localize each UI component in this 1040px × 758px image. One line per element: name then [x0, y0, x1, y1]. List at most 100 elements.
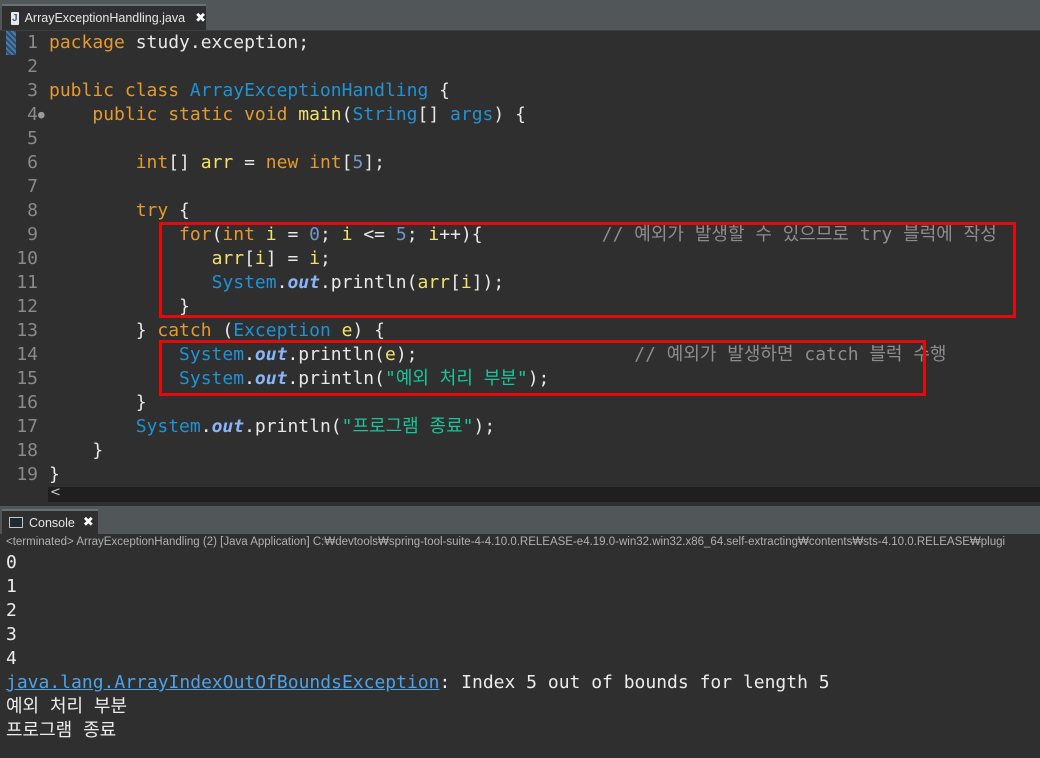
code-text: try { — [49, 199, 190, 223]
code-token: <= — [352, 224, 396, 245]
code-line[interactable]: 14 System.out.println(e); // 예외가 발생하면 ca… — [0, 343, 1040, 367]
console-status-line: <terminated> ArrayExceptionHandling (2) … — [0, 534, 1040, 551]
code-token: ArrayExceptionHandling — [189, 80, 429, 101]
code-line[interactable]: 1 package study.exception; — [0, 31, 1040, 55]
code-token: ; — [406, 224, 429, 245]
code-token: { — [168, 200, 190, 221]
code-text: System.out.println(arr[i]); — [49, 271, 505, 295]
code-text: } catch (Exception e) { — [49, 319, 385, 343]
code-token: . — [200, 416, 212, 437]
console-exception-line: java.lang.ArrayIndexOutOfBoundsException… — [6, 671, 830, 695]
horizontal-scrollbar[interactable]: < — [48, 485, 1040, 502]
code-text: public class ArrayExceptionHandling { — [49, 79, 450, 103]
code-line[interactable]: 2 — [0, 55, 1040, 79]
line-number: 15 — [16, 368, 38, 389]
code-token: out — [254, 344, 288, 365]
code-token: "프로그램 종료" — [341, 416, 474, 437]
code-token: } — [49, 464, 60, 485]
line-number: 18 — [16, 440, 38, 461]
code-token: ++){ — [439, 224, 602, 245]
code-token: args — [450, 104, 494, 125]
code-line[interactable]: 3 public class ArrayExceptionHandling { — [0, 79, 1040, 103]
code-text: package study.exception; — [49, 31, 309, 55]
console-line: 0 — [6, 552, 17, 573]
exception-class-link[interactable]: java.lang.ArrayIndexOutOfBoundsException — [6, 672, 439, 693]
console-line: 2 — [6, 600, 17, 621]
code-token: ( — [341, 104, 353, 125]
console-output[interactable]: 0 1 2 3 4 java.lang.ArrayIndexOutOfBoundsExce… — [0, 551, 1040, 758]
code-token: System — [179, 368, 245, 389]
code-token: [] — [417, 104, 451, 125]
code-token: .println( — [287, 368, 385, 389]
code-token: out — [287, 272, 320, 293]
line-number: 11 — [16, 272, 38, 293]
code-token: ( — [211, 224, 223, 245]
code-token: i — [460, 272, 472, 293]
code-text: System.out.println("예외 처리 부분"); — [49, 367, 549, 391]
line-number: 12 — [16, 296, 38, 317]
code-line[interactable]: 7 — [0, 175, 1040, 199]
line-number: 16 — [16, 392, 38, 413]
line-number: 13 — [16, 320, 38, 341]
editor-tab-label: ArrayExceptionHandling.java — [24, 11, 186, 25]
fold-collapse-icon[interactable]: ● — [38, 103, 45, 127]
code-line[interactable]: 18 } — [0, 439, 1040, 463]
code-token: main — [298, 104, 342, 125]
code-line[interactable]: 13 } catch (Exception e) { — [0, 319, 1040, 343]
code-token: public static void — [92, 104, 288, 125]
code-line[interactable]: 4 ● public static void main(String[] args… — [0, 103, 1040, 127]
console-line: 1 — [6, 576, 17, 597]
code-token: [] — [168, 152, 201, 173]
code-token: = — [276, 224, 310, 245]
code-line[interactable]: 11 System.out.println(arr[i]); — [0, 271, 1040, 295]
code-token: arr — [200, 152, 234, 173]
code-token: .println( — [319, 272, 418, 293]
code-token: "예외 처리 부분" — [384, 368, 528, 389]
code-token: ); — [527, 368, 550, 389]
line-number: 3 — [27, 80, 38, 101]
console-line: 3 — [6, 624, 17, 645]
editor-tab-active[interactable]: J ArrayExceptionHandling.java ✖ — [2, 4, 206, 30]
console-line: 4 — [6, 648, 17, 669]
code-token: ( — [211, 320, 234, 341]
code-line[interactable]: 19} — [0, 463, 1040, 487]
code-line[interactable]: 6 int[] arr = new int[5]; — [0, 151, 1040, 175]
line-number: 8 — [27, 200, 38, 221]
code-line[interactable]: 17 System.out.println("프로그램 종료"); — [0, 415, 1040, 439]
code-text: arr[i] = i; — [49, 247, 331, 271]
close-icon[interactable]: ✖ — [195, 11, 206, 26]
console-icon — [9, 517, 23, 528]
code-line[interactable]: 8 try { — [0, 199, 1040, 223]
code-token: i — [265, 224, 277, 245]
line-number: 17 — [16, 416, 38, 437]
console-tab[interactable]: Console ✖ — [2, 509, 98, 534]
code-text: System.out.println(e); // 예외가 발생하면 catch… — [49, 343, 946, 367]
code-editor[interactable]: 19} 18 } 17 System.out.println("프로그램 종료");… — [0, 31, 1040, 487]
code-token: 0 — [309, 224, 320, 245]
code-token: out — [211, 416, 245, 437]
code-line[interactable]: 16 } — [0, 391, 1040, 415]
code-token: i — [254, 248, 266, 269]
code-text: } — [49, 295, 190, 319]
scroll-left-icon[interactable]: < — [50, 485, 61, 500]
code-line[interactable]: 12 } — [0, 295, 1040, 319]
line-number: 2 — [27, 56, 38, 77]
code-line[interactable]: 10 arr[i] = i; — [0, 247, 1040, 271]
code-text: System.out.println("프로그램 종료"); — [49, 415, 496, 439]
code-token: i — [341, 224, 353, 245]
code-text: for(int i = 0; i <= 5; i++){ // 예외가 발생할 … — [49, 223, 997, 247]
java-file-icon: J — [11, 11, 19, 25]
close-icon[interactable]: ✖ — [83, 515, 94, 530]
console-line: 예외 처리 부분 — [6, 696, 128, 717]
code-line[interactable]: 5 — [0, 127, 1040, 151]
code-token: .println( — [244, 416, 342, 437]
code-line[interactable]: 15 System.out.println("예외 처리 부분"); — [0, 367, 1040, 391]
code-token: new int — [265, 152, 342, 173]
code-line[interactable]: 9 for(int i = 0; i <= 5; i++){ // 예외가 발생… — [0, 223, 1040, 247]
